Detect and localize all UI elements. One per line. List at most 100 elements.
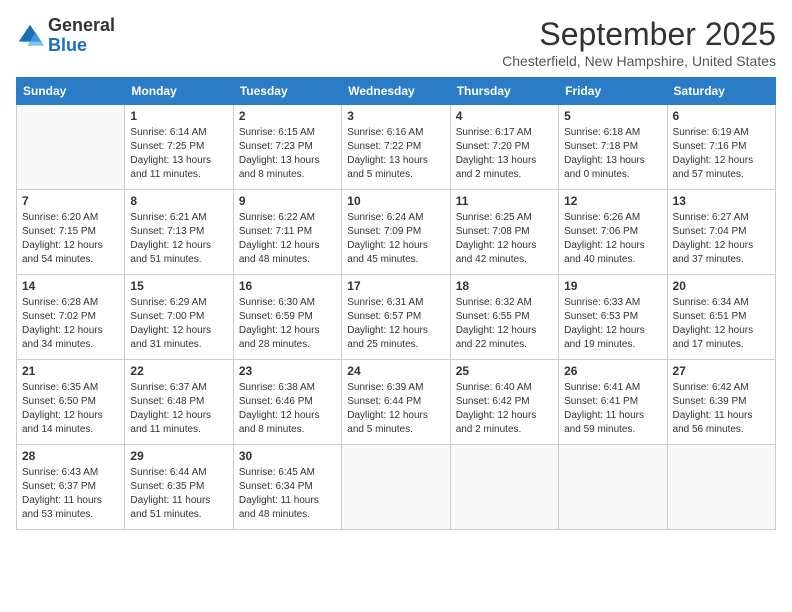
day-info: Sunrise: 6:43 AM Sunset: 6:37 PM Dayligh… — [22, 466, 119, 522]
day-number: 27 — [673, 364, 770, 378]
day-info: Sunrise: 6:15 AM Sunset: 7:23 PM Dayligh… — [239, 126, 336, 182]
calendar-cell: 21 Sunrise: 6:35 AM Sunset: 6:50 PM Dayli… — [17, 360, 125, 445]
day-number: 20 — [673, 279, 770, 293]
day-number: 2 — [239, 109, 336, 123]
day-info: Sunrise: 6:29 AM Sunset: 7:00 PM Dayligh… — [130, 296, 227, 352]
calendar-cell: 20 Sunrise: 6:34 AM Sunset: 6:51 PM Dayli… — [667, 275, 775, 360]
location-subtitle: Chesterfield, New Hampshire, United Stat… — [502, 53, 776, 69]
day-number: 24 — [347, 364, 444, 378]
day-number: 12 — [564, 194, 661, 208]
day-info: Sunrise: 6:21 AM Sunset: 7:13 PM Dayligh… — [130, 211, 227, 267]
day-number: 19 — [564, 279, 661, 293]
day-info: Sunrise: 6:41 AM Sunset: 6:41 PM Dayligh… — [564, 381, 661, 437]
calendar-cell: 9Sunrise: 6:22 AM Sunset: 7:11 PM Daylig… — [233, 190, 341, 275]
calendar-cell — [559, 445, 667, 530]
day-number: 23 — [239, 364, 336, 378]
day-number: 9 — [239, 194, 336, 208]
day-number: 1 — [130, 109, 227, 123]
calendar-cell: 11 Sunrise: 6:25 AM Sunset: 7:08 PM Dayli… — [450, 190, 558, 275]
calendar-cell — [17, 105, 125, 190]
calendar-cell: 6 Sunrise: 6:19 AM Sunset: 7:16 PM Daylig… — [667, 105, 775, 190]
weekday-header-friday: Friday — [559, 78, 667, 105]
logo-icon — [16, 22, 44, 50]
calendar-cell — [342, 445, 450, 530]
calendar-cell: 24 Sunrise: 6:39 AM Sunset: 6:44 PM Dayli… — [342, 360, 450, 445]
day-number: 10 — [347, 194, 444, 208]
calendar-cell: 30Sunrise: 6:45 AM Sunset: 6:34 PM Dayli… — [233, 445, 341, 530]
day-number: 29 — [130, 449, 227, 463]
calendar-week-row: 21 Sunrise: 6:35 AM Sunset: 6:50 PM Dayli… — [17, 360, 776, 445]
page-header: General Blue September 2025 Chesterfield… — [16, 16, 776, 69]
day-number: 6 — [673, 109, 770, 123]
day-info: Sunrise: 6:19 AM Sunset: 7:16 PM Dayligh… — [673, 126, 770, 182]
calendar-cell: 19 Sunrise: 6:33 AM Sunset: 6:53 PM Dayli… — [559, 275, 667, 360]
day-info: Sunrise: 6:20 AM Sunset: 7:15 PM Dayligh… — [22, 211, 119, 267]
calendar-cell: 8 Sunrise: 6:21 AM Sunset: 7:13 PM Daylig… — [125, 190, 233, 275]
calendar-cell: 16 Sunrise: 6:30 AM Sunset: 6:59 PM Dayli… — [233, 275, 341, 360]
weekday-header-thursday: Thursday — [450, 78, 558, 105]
weekday-header-monday: Monday — [125, 78, 233, 105]
calendar-week-row: 14 Sunrise: 6:28 AM Sunset: 7:02 PM Dayli… — [17, 275, 776, 360]
day-number: 5 — [564, 109, 661, 123]
calendar-cell: 5 Sunrise: 6:18 AM Sunset: 7:18 PM Daylig… — [559, 105, 667, 190]
day-info: Sunrise: 6:34 AM Sunset: 6:51 PM Dayligh… — [673, 296, 770, 352]
day-number: 8 — [130, 194, 227, 208]
day-info: Sunrise: 6:33 AM Sunset: 6:53 PM Dayligh… — [564, 296, 661, 352]
day-number: 11 — [456, 194, 553, 208]
weekday-header-tuesday: Tuesday — [233, 78, 341, 105]
calendar-cell: 1Sunrise: 6:14 AM Sunset: 7:25 PM Daylig… — [125, 105, 233, 190]
calendar-cell: 13Sunrise: 6:27 AM Sunset: 7:04 PM Dayli… — [667, 190, 775, 275]
calendar-cell: 29Sunrise: 6:44 AM Sunset: 6:35 PM Dayli… — [125, 445, 233, 530]
day-number: 28 — [22, 449, 119, 463]
calendar-cell: 2 Sunrise: 6:15 AM Sunset: 7:23 PM Daylig… — [233, 105, 341, 190]
day-number: 14 — [22, 279, 119, 293]
day-info: Sunrise: 6:37 AM Sunset: 6:48 PM Dayligh… — [130, 381, 227, 437]
day-number: 21 — [22, 364, 119, 378]
calendar-cell: 3Sunrise: 6:16 AM Sunset: 7:22 PM Daylig… — [342, 105, 450, 190]
day-info: Sunrise: 6:42 AM Sunset: 6:39 PM Dayligh… — [673, 381, 770, 437]
day-info: Sunrise: 6:26 AM Sunset: 7:06 PM Dayligh… — [564, 211, 661, 267]
calendar-week-row: 7 Sunrise: 6:20 AM Sunset: 7:15 PM Daylig… — [17, 190, 776, 275]
calendar-week-row: 28 Sunrise: 6:43 AM Sunset: 6:37 PM Dayli… — [17, 445, 776, 530]
calendar-cell: 25 Sunrise: 6:40 AM Sunset: 6:42 PM Dayli… — [450, 360, 558, 445]
weekday-header-row: SundayMondayTuesdayWednesdayThursdayFrid… — [17, 78, 776, 105]
calendar-table: SundayMondayTuesdayWednesdayThursdayFrid… — [16, 77, 776, 530]
day-info: Sunrise: 6:40 AM Sunset: 6:42 PM Dayligh… — [456, 381, 553, 437]
calendar-cell: 27 Sunrise: 6:42 AM Sunset: 6:39 PM Dayli… — [667, 360, 775, 445]
logo-text: General Blue — [48, 16, 115, 56]
title-block: September 2025 Chesterfield, New Hampshi… — [502, 16, 776, 69]
weekday-header-wednesday: Wednesday — [342, 78, 450, 105]
day-info: Sunrise: 6:30 AM Sunset: 6:59 PM Dayligh… — [239, 296, 336, 352]
day-number: 4 — [456, 109, 553, 123]
day-info: Sunrise: 6:39 AM Sunset: 6:44 PM Dayligh… — [347, 381, 444, 437]
day-info: Sunrise: 6:25 AM Sunset: 7:08 PM Dayligh… — [456, 211, 553, 267]
calendar-cell: 15Sunrise: 6:29 AM Sunset: 7:00 PM Dayli… — [125, 275, 233, 360]
day-info: Sunrise: 6:24 AM Sunset: 7:09 PM Dayligh… — [347, 211, 444, 267]
month-title: September 2025 — [502, 16, 776, 53]
calendar-cell: 7 Sunrise: 6:20 AM Sunset: 7:15 PM Daylig… — [17, 190, 125, 275]
calendar-cell: 28 Sunrise: 6:43 AM Sunset: 6:37 PM Dayli… — [17, 445, 125, 530]
calendar-cell — [667, 445, 775, 530]
day-info: Sunrise: 6:31 AM Sunset: 6:57 PM Dayligh… — [347, 296, 444, 352]
calendar-cell: 17Sunrise: 6:31 AM Sunset: 6:57 PM Dayli… — [342, 275, 450, 360]
day-number: 16 — [239, 279, 336, 293]
day-info: Sunrise: 6:18 AM Sunset: 7:18 PM Dayligh… — [564, 126, 661, 182]
calendar-cell: 12 Sunrise: 6:26 AM Sunset: 7:06 PM Dayli… — [559, 190, 667, 275]
day-number: 13 — [673, 194, 770, 208]
day-number: 22 — [130, 364, 227, 378]
day-info: Sunrise: 6:28 AM Sunset: 7:02 PM Dayligh… — [22, 296, 119, 352]
calendar-cell: 23Sunrise: 6:38 AM Sunset: 6:46 PM Dayli… — [233, 360, 341, 445]
day-number: 18 — [456, 279, 553, 293]
weekday-header-saturday: Saturday — [667, 78, 775, 105]
day-number: 30 — [239, 449, 336, 463]
day-number: 7 — [22, 194, 119, 208]
day-info: Sunrise: 6:32 AM Sunset: 6:55 PM Dayligh… — [456, 296, 553, 352]
calendar-week-row: 1Sunrise: 6:14 AM Sunset: 7:25 PM Daylig… — [17, 105, 776, 190]
calendar-cell: 14 Sunrise: 6:28 AM Sunset: 7:02 PM Dayli… — [17, 275, 125, 360]
logo-blue: Blue — [48, 35, 87, 55]
calendar-cell: 22 Sunrise: 6:37 AM Sunset: 6:48 PM Dayli… — [125, 360, 233, 445]
day-number: 25 — [456, 364, 553, 378]
day-number: 26 — [564, 364, 661, 378]
day-info: Sunrise: 6:35 AM Sunset: 6:50 PM Dayligh… — [22, 381, 119, 437]
logo: General Blue — [16, 16, 115, 56]
